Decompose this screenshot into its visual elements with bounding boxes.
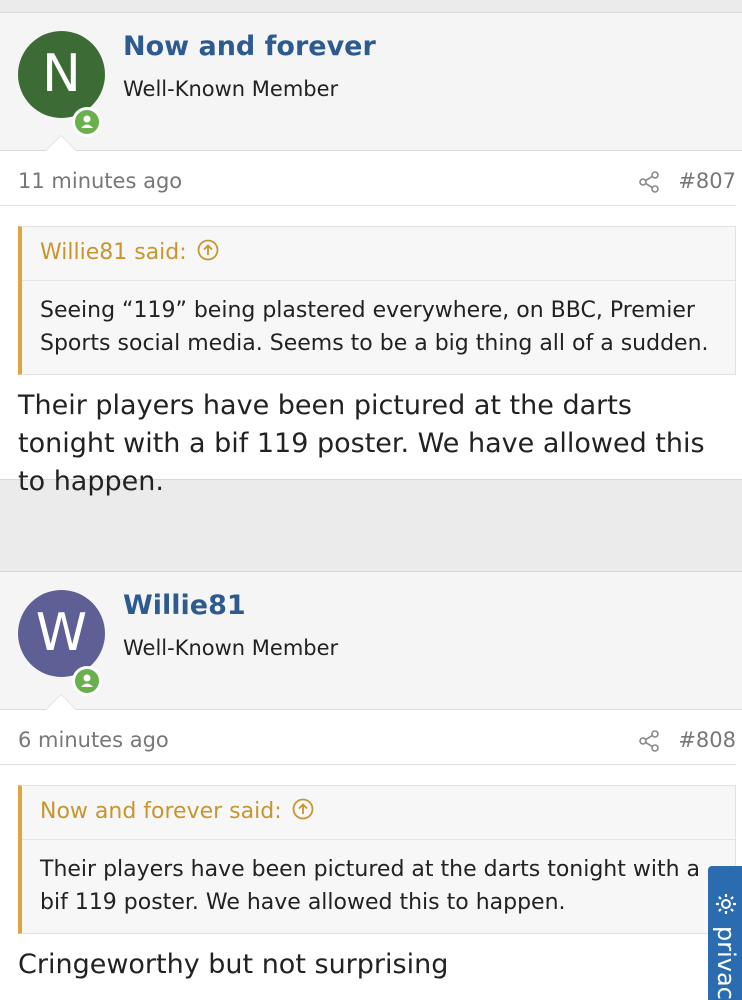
gear-icon [714, 892, 738, 920]
online-status-icon [72, 666, 102, 696]
privacy-tab-label: privac [712, 926, 740, 1000]
post-807: N Now and forever Well-Known Member 11 m… [0, 12, 742, 497]
post-timestamp-link[interactable]: 11 minutes ago [18, 169, 182, 193]
avatar[interactable]: N [18, 31, 105, 118]
post-body-text: Cringeworthy but not surprising [18, 949, 449, 980]
post-number-link[interactable]: #808 [678, 728, 736, 752]
quote-header: Willie81 said: [22, 227, 735, 281]
share-icon[interactable] [638, 730, 660, 756]
post-user-header: N Now and forever Well-Known Member [0, 13, 742, 151]
privacy-settings-tab[interactable]: privac [708, 866, 742, 1000]
quote-block: Willie81 said: Seeing “119” being plaste… [18, 226, 736, 375]
quote-author-link[interactable]: Willie81 said: [40, 239, 219, 267]
post-meta: 6 minutes ago #808 [0, 710, 736, 765]
jump-to-quote-icon[interactable] [292, 798, 314, 826]
jump-to-quote-icon[interactable] [197, 239, 219, 267]
quote-author-label[interactable]: Now and forever said: [40, 799, 282, 824]
user-title: Well-Known Member [123, 636, 339, 660]
user-title: Well-Known Member [123, 77, 339, 101]
quote-author-label[interactable]: Willie81 said: [40, 240, 187, 265]
share-icon[interactable] [638, 171, 660, 197]
online-status-icon [72, 107, 102, 137]
username-link[interactable]: Willie81 [123, 590, 246, 621]
post-body-text: Their players have been pictured at the … [18, 390, 705, 497]
post-number-link[interactable]: #807 [678, 169, 736, 193]
avatar[interactable]: W [18, 590, 105, 677]
post-user-header: W Willie81 Well-Known Member [0, 572, 742, 710]
quote-header: Now and forever said: [22, 786, 735, 840]
quote-text: Seeing “119” being plastered everywhere,… [40, 298, 709, 356]
post-808: W Willie81 Well-Known Member 6 minutes a… [0, 571, 742, 1000]
username-link[interactable]: Now and forever [123, 31, 376, 62]
post-meta: 11 minutes ago #807 [0, 151, 736, 206]
post-timestamp-link[interactable]: 6 minutes ago [18, 728, 169, 752]
quote-author-link[interactable]: Now and forever said: [40, 798, 314, 826]
quote-text: Their players have been pictured at the … [40, 857, 701, 915]
quote-block: Now and forever said: Their players have… [18, 785, 736, 934]
